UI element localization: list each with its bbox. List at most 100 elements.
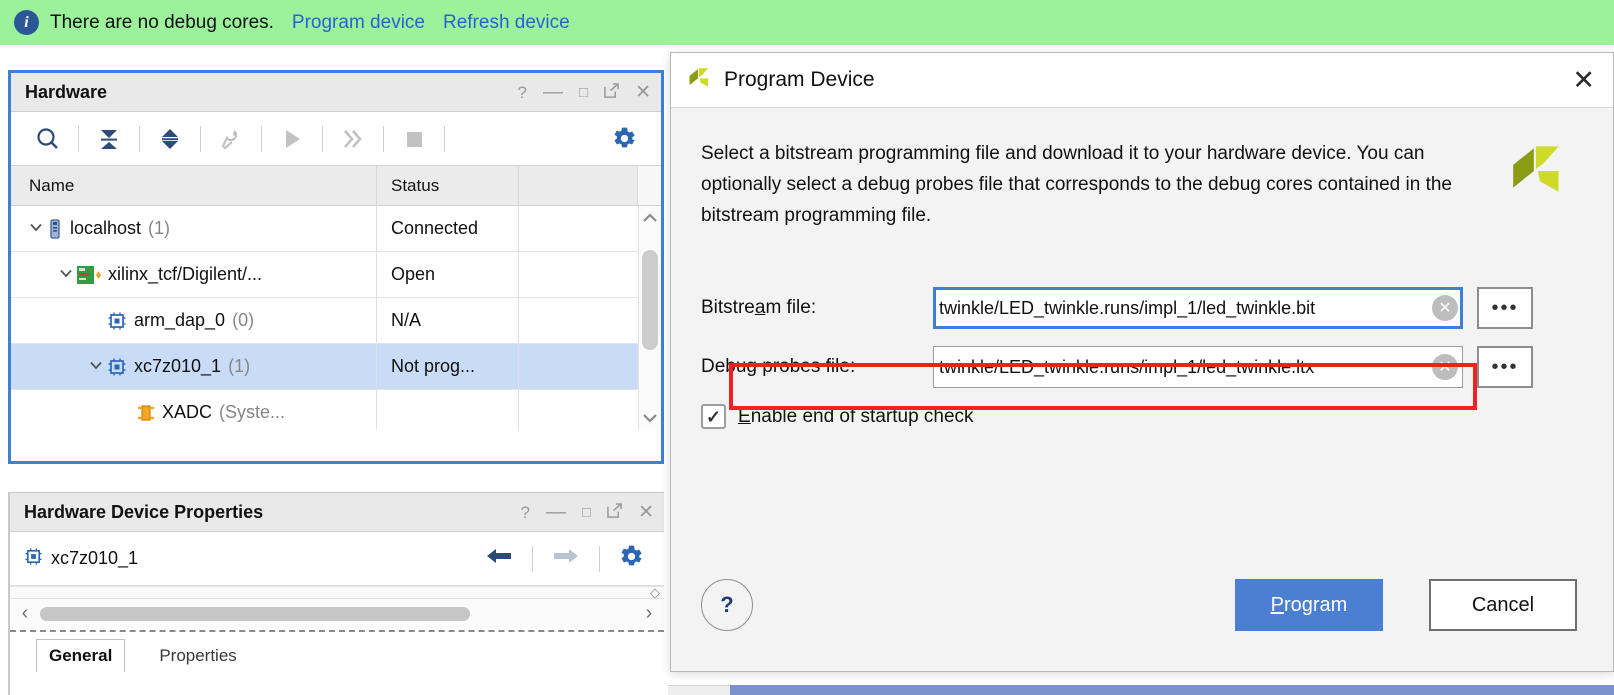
chevron-down-icon[interactable] — [55, 266, 77, 284]
bitstream-file-label: Bitstream file: — [701, 297, 817, 318]
hardware-tree-body: localhost (1) Connected xilinx_tcf/Digilent… — [11, 206, 661, 430]
tree-item-count: (Syste... — [219, 402, 286, 422]
float-icon[interactable] — [604, 83, 619, 101]
tree-row-xadc[interactable]: XADC (Syste... — [11, 390, 661, 430]
column-header-empty — [519, 166, 638, 205]
tree-row-xc7z010-1[interactable]: xc7z010_1 (1) Not prog... — [11, 344, 661, 390]
stop-icon[interactable] — [391, 119, 437, 159]
help-icon[interactable]: ? — [518, 84, 527, 101]
column-header-status[interactable]: Status — [377, 166, 519, 205]
tree-vertical-scrollbar[interactable] — [638, 206, 661, 430]
dialog-title: Program Device — [724, 68, 875, 91]
hdp-title: Hardware Device Properties — [24, 501, 264, 522]
forward-arrow-icon[interactable] — [540, 546, 592, 571]
settings-gear-icon[interactable] — [607, 544, 652, 574]
help-button[interactable]: ? — [701, 579, 753, 631]
chevron-down-icon[interactable] — [85, 358, 107, 376]
search-icon[interactable] — [25, 119, 71, 159]
hdp-horizontal-scrollbar[interactable]: ‹ › — [10, 598, 664, 628]
tree-row-arm-dap-0[interactable]: arm_dap_0 (0) N/A — [11, 298, 661, 344]
toolbar-divider — [444, 125, 445, 152]
header-scrollbar-spacer — [638, 166, 661, 205]
bitstream-file-input-wrap[interactable]: ✕ — [933, 287, 1463, 329]
bottom-blue-strip — [730, 685, 1614, 695]
chevron-down-icon[interactable] — [25, 220, 47, 238]
tree-cell-status: Open — [377, 252, 519, 297]
probe-icon[interactable] — [208, 119, 254, 159]
debug-probes-file-input[interactable] — [934, 347, 1462, 387]
browse-bitstream-button[interactable]: ••• — [1477, 287, 1533, 329]
chip-icon — [24, 547, 43, 571]
close-icon[interactable]: ✕ — [638, 503, 654, 522]
tree-cell-status: Not prog... — [377, 344, 519, 389]
bitstream-file-input[interactable] — [934, 288, 1462, 328]
refresh-device-link[interactable]: Refresh device — [443, 12, 570, 34]
close-icon[interactable]: ✕ — [1572, 66, 1595, 94]
step-forward-icon[interactable] — [330, 119, 376, 159]
scroll-right-icon[interactable]: › — [634, 602, 664, 625]
program-button[interactable]: Program — [1235, 579, 1383, 631]
maximize-icon[interactable]: □ — [582, 505, 591, 520]
scroll-up-icon[interactable] — [642, 206, 658, 230]
browse-debug-probes-button[interactable]: ••• — [1477, 346, 1533, 388]
tab-general[interactable]: General — [36, 639, 126, 672]
debug-probes-file-row: Debug probes file: ✕ ••• — [701, 346, 1577, 388]
help-icon[interactable]: ? — [521, 504, 530, 521]
close-icon[interactable]: ✕ — [635, 83, 651, 102]
scrollbar-thumb[interactable] — [642, 250, 658, 350]
toolbar-divider — [599, 545, 600, 572]
collapse-all-icon[interactable] — [86, 119, 132, 159]
hscroll-thumb[interactable] — [40, 606, 470, 621]
hardware-device-properties-panel: Hardware Device Properties ? — □ ✕ xc7z0… — [8, 492, 664, 695]
hardware-toolbar — [11, 112, 661, 166]
tree-item-count: (1) — [228, 356, 251, 376]
float-icon[interactable] — [607, 503, 622, 521]
expand-all-icon[interactable] — [147, 119, 193, 159]
minimize-icon[interactable]: — — [546, 502, 566, 522]
bitstream-file-row: Bitstream file: ✕ ••• — [701, 287, 1577, 329]
settings-gear-icon[interactable] — [601, 119, 647, 159]
hdp-device-bar: xc7z010_1 — [10, 532, 664, 586]
toolbar-divider — [383, 125, 384, 152]
back-arrow-icon[interactable] — [473, 546, 525, 571]
scrollbar-track[interactable] — [639, 230, 661, 406]
tab-properties[interactable]: Properties — [147, 640, 248, 672]
hdp-thin-strip: ◇ — [10, 585, 664, 600]
tree-item-label: xc7z010_1 — [134, 356, 222, 376]
board-icon — [77, 265, 101, 285]
hdp-tabs: General Properties — [10, 632, 664, 672]
tree-item-label: arm_dap_0 — [134, 310, 226, 330]
hscroll-track[interactable] — [40, 606, 634, 621]
program-device-link[interactable]: Program device — [292, 12, 425, 34]
tree-item-count: (0) — [232, 310, 255, 330]
dialog-footer: ? Program Cancel — [671, 577, 1613, 633]
maximize-icon[interactable]: □ — [579, 85, 588, 100]
debug-probes-file-label: Debug probes file: — [701, 356, 856, 377]
chip-icon — [107, 357, 127, 377]
bottom-left-scrollbar[interactable] — [668, 685, 730, 695]
column-header-name[interactable]: Name — [11, 166, 377, 205]
enable-startup-check-checkbox[interactable]: ✓ — [701, 404, 726, 429]
tree-cell-name: localhost (1) — [11, 206, 377, 251]
tree-row-localhost[interactable]: localhost (1) Connected — [11, 206, 661, 252]
debug-probes-file-input-wrap[interactable]: ✕ — [933, 346, 1463, 388]
tree-item: localhost (1) — [47, 218, 170, 239]
hardware-panel-title: Hardware — [25, 81, 108, 102]
scroll-left-icon[interactable]: ‹ — [10, 602, 40, 625]
run-icon[interactable] — [269, 119, 315, 159]
vivado-watermark-logo-icon — [1507, 136, 1573, 202]
minimize-icon[interactable]: — — [543, 82, 563, 102]
clear-debug-probes-icon[interactable]: ✕ — [1432, 354, 1458, 380]
cancel-button[interactable]: Cancel — [1429, 579, 1577, 631]
tree-cell-status: Connected — [377, 206, 519, 251]
clear-bitstream-icon[interactable]: ✕ — [1432, 295, 1458, 321]
dialog-titlebar: Program Device ✕ — [671, 53, 1613, 108]
scroll-down-icon[interactable] — [642, 406, 658, 430]
tree-row-xilinx-tcf-digilent----[interactable]: xilinx_tcf/Digilent/... Open — [11, 252, 661, 298]
program-device-dialog: Program Device ✕ Select a bitstream prog… — [670, 52, 1614, 672]
xadc-icon — [137, 403, 155, 423]
toolbar-divider — [261, 125, 262, 152]
tree-item-label: xilinx_tcf/Digilent/... — [108, 264, 263, 284]
tree-cell-name: XADC (Syste... — [11, 390, 377, 430]
